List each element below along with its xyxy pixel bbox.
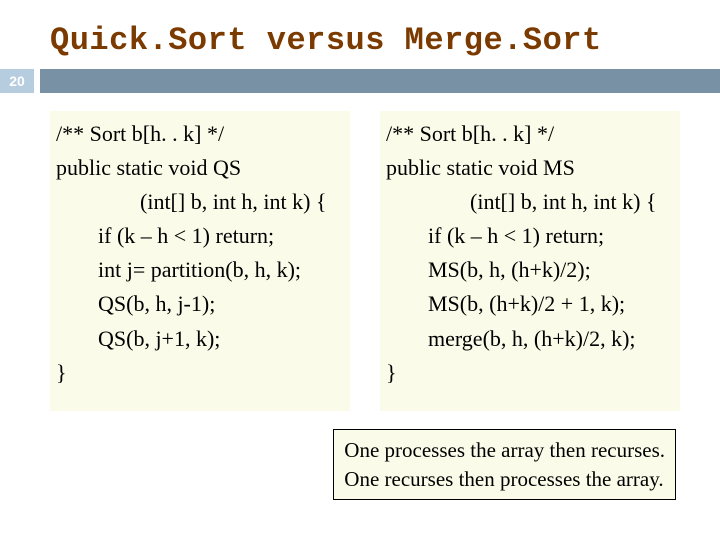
footnote-line: One processes the array then recurses. bbox=[344, 436, 665, 464]
code-line: MS(b, h, (h+k)/2); bbox=[386, 253, 674, 287]
mergesort-code: /** Sort b[h. . k] */ public static void… bbox=[380, 111, 680, 411]
code-line: /** Sort b[h. . k] */ bbox=[386, 121, 554, 146]
slide-title: Quick.Sort versus Merge.Sort bbox=[0, 0, 720, 69]
code-line: } bbox=[56, 360, 67, 385]
code-line: public static void MS bbox=[386, 155, 575, 180]
code-line: if (k – h < 1) return; bbox=[386, 219, 674, 253]
code-line: public static void QS bbox=[56, 155, 241, 180]
code-line: MS(b, (h+k)/2 + 1, k); bbox=[386, 287, 674, 321]
code-line: merge(b, h, (h+k)/2, k); bbox=[386, 322, 674, 356]
header-rule bbox=[40, 69, 720, 93]
code-columns: /** Sort b[h. . k] */ public static void… bbox=[0, 93, 720, 411]
code-line: /** Sort b[h. . k] */ bbox=[56, 121, 224, 146]
header-bar: 20 bbox=[0, 69, 720, 93]
footnote-box: One processes the array then recurses. O… bbox=[333, 429, 676, 500]
page-number-badge: 20 bbox=[0, 69, 34, 93]
code-line: } bbox=[386, 360, 397, 385]
code-line: if (k – h < 1) return; bbox=[56, 219, 344, 253]
quicksort-code: /** Sort b[h. . k] */ public static void… bbox=[50, 111, 350, 411]
code-line: (int[] b, int h, int k) { bbox=[56, 185, 344, 219]
code-line: (int[] b, int h, int k) { bbox=[386, 185, 674, 219]
slide: Quick.Sort versus Merge.Sort 20 /** Sort… bbox=[0, 0, 720, 540]
footnote-line: One recurses then processes the array. bbox=[344, 465, 665, 493]
code-line: QS(b, j+1, k); bbox=[56, 322, 344, 356]
code-line: QS(b, h, j-1); bbox=[56, 287, 344, 321]
code-line: int j= partition(b, h, k); bbox=[56, 253, 344, 287]
